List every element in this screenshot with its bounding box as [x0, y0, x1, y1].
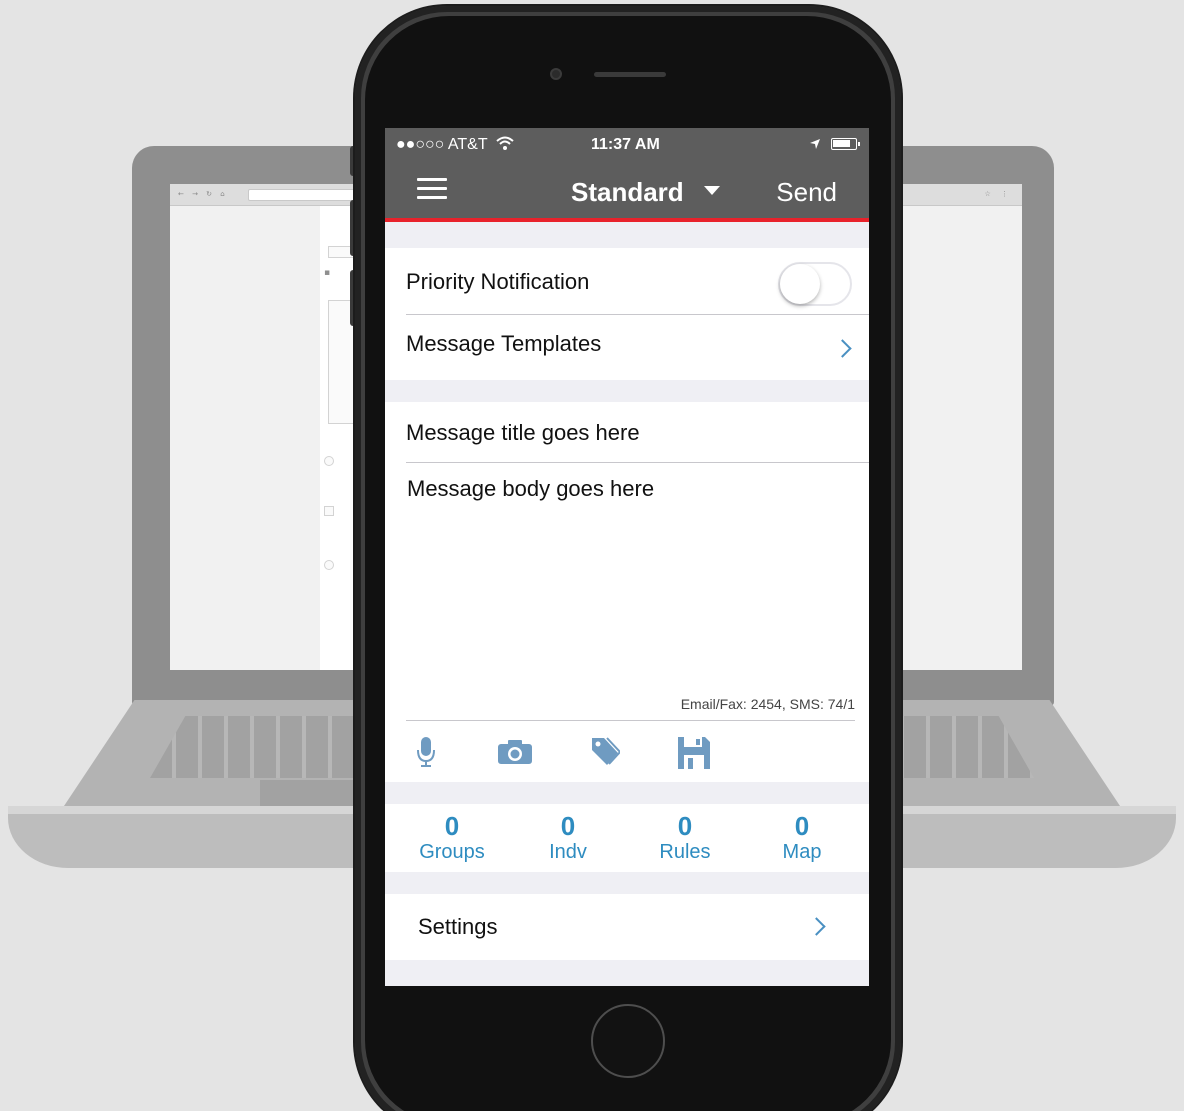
- wifi-icon: [496, 136, 514, 150]
- rules-count: 0: [677, 811, 693, 841]
- message-body-input[interactable]: [407, 476, 847, 676]
- rules-label: Rules: [659, 841, 711, 863]
- carrier-text: ●●○○○ AT&T: [396, 136, 488, 153]
- map-counter[interactable]: 0 Map: [743, 812, 861, 864]
- rules-counter[interactable]: 0 Rules: [626, 812, 744, 864]
- priority-notification-toggle[interactable]: [778, 262, 852, 306]
- chevron-right-icon: [833, 339, 852, 358]
- hamburger-menu-icon[interactable]: [417, 178, 447, 202]
- tag-icon[interactable]: [590, 736, 620, 768]
- save-icon[interactable]: [677, 736, 711, 770]
- browser-nav-icons: ← → ↻ ⌂: [178, 190, 228, 198]
- individuals-label: Indv: [549, 841, 587, 863]
- send-button[interactable]: Send: [776, 177, 837, 208]
- settings-label: Settings: [418, 914, 498, 939]
- chevron-right-icon: [807, 917, 826, 936]
- status-time: 11:37 AM: [591, 136, 660, 153]
- options-group: Priority Notification Message Templates: [385, 248, 869, 380]
- character-count: Email/Fax: 2454, SMS: 74/1: [680, 696, 855, 712]
- phone-screen: ●●○○○ AT&T 11:37 AM Standard Send Priori…: [385, 128, 869, 986]
- message-type-selector[interactable]: Standard: [571, 177, 684, 208]
- message-templates-label: Message Templates: [406, 331, 602, 356]
- status-bar: ●●○○○ AT&T 11:37 AM: [385, 128, 869, 162]
- groups-counter[interactable]: 0 Groups: [393, 812, 511, 864]
- dropdown-caret-icon[interactable]: [704, 186, 720, 195]
- divider: [406, 720, 855, 721]
- browser-extension-icons: ☆ ⋮: [984, 190, 1012, 198]
- earpiece-speaker: [594, 72, 666, 77]
- map-label: Map: [782, 841, 822, 863]
- carrier-label: ●●○○○ AT&T: [396, 136, 514, 154]
- battery-icon: [831, 138, 860, 150]
- message-templates-row[interactable]: Message Templates: [385, 315, 869, 380]
- front-camera: [550, 68, 562, 80]
- web-radio: [324, 560, 334, 570]
- groups-count: 0: [444, 811, 460, 841]
- toggle-knob: [780, 264, 820, 304]
- microphone-icon[interactable]: [417, 736, 435, 768]
- map-count: 0: [794, 811, 810, 841]
- priority-notification-label: Priority Notification: [406, 269, 590, 294]
- location-arrow-icon: [809, 139, 820, 149]
- web-checkbox: [324, 506, 334, 516]
- nav-bar: Standard Send: [385, 162, 869, 222]
- status-right: [809, 136, 860, 154]
- groups-label: Groups: [419, 841, 485, 863]
- message-composer: [385, 402, 869, 782]
- web-radio: [324, 456, 334, 466]
- message-title-input[interactable]: [406, 418, 846, 448]
- home-button[interactable]: [591, 1004, 665, 1078]
- divider: [406, 462, 869, 463]
- individuals-count: 0: [560, 811, 576, 841]
- recipients-bar: 0 Groups 0 Indv 0 Rules 0 Map: [385, 804, 869, 872]
- web-fragment: ▪: [324, 268, 331, 278]
- individuals-counter[interactable]: 0 Indv: [509, 812, 627, 864]
- settings-row[interactable]: Settings: [385, 894, 869, 960]
- camera-icon[interactable]: [497, 739, 533, 765]
